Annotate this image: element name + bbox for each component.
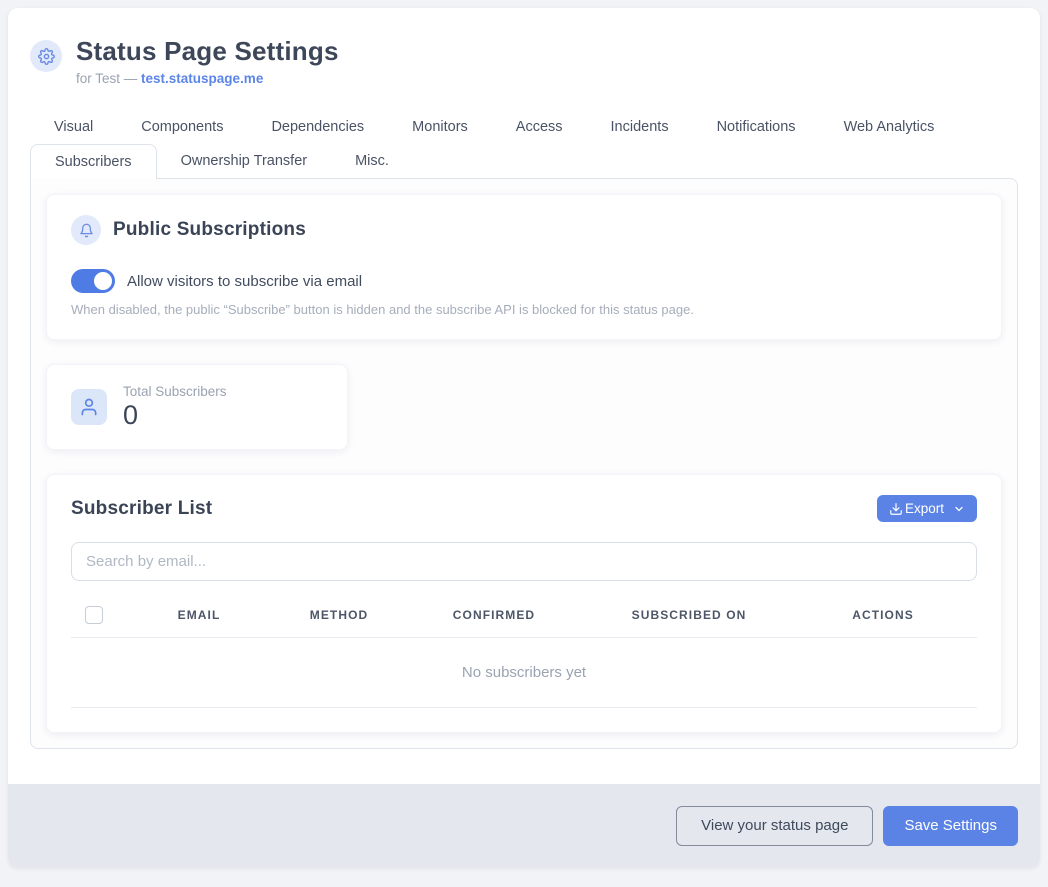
total-subscribers-card: Total Subscribers 0 [46,364,348,450]
user-icon [71,389,107,425]
page-subtitle: for Test — test.statuspage.me [76,71,339,86]
section-title: Public Subscriptions [113,219,306,241]
chevron-down-icon [953,503,965,515]
tab-dependencies[interactable]: Dependencies [247,110,388,144]
tab-notifications[interactable]: Notifications [693,110,820,144]
page-header: Status Page Settings for Test — test.sta… [8,8,1040,110]
view-status-page-button[interactable]: View your status page [676,806,873,846]
tab-components[interactable]: Components [117,110,247,144]
subscribers-panel: Public Subscriptions Allow visitors to s… [30,178,1018,749]
tab-misc[interactable]: Misc. [331,144,413,178]
status-page-link[interactable]: test.statuspage.me [141,71,263,86]
empty-state-message: No subscribers yet [71,638,977,708]
tabs: Visual Components Dependencies Monitors … [8,110,1040,178]
subtitle-prefix: for Test — [76,71,141,86]
tabs-row-2: Subscribers Ownership Transfer Misc. [30,144,1018,178]
export-button[interactable]: Export [877,495,977,522]
settings-window: Status Page Settings for Test — test.sta… [8,8,1040,868]
stat-value: 0 [123,400,227,430]
tabs-row-1: Visual Components Dependencies Monitors … [30,110,1018,144]
tab-incidents[interactable]: Incidents [587,110,693,144]
subscribe-toggle-row: Allow visitors to subscribe via email [71,269,977,293]
public-subscriptions-header: Public Subscriptions [71,215,977,245]
header-text: Status Page Settings for Test — test.sta… [76,34,339,86]
stat-label: Total Subscribers [123,384,227,399]
column-header-actions: ACTIONS [789,608,977,622]
save-settings-button[interactable]: Save Settings [883,806,1018,846]
subscriber-list-header: Subscriber List Export [71,495,977,522]
select-all-checkbox[interactable] [85,606,103,624]
column-header-method: METHOD [279,608,399,622]
tab-subscribers[interactable]: Subscribers [30,144,157,179]
toggle-knob [94,272,112,290]
column-header-confirmed: CONFIRMED [399,608,589,622]
subscribe-toggle[interactable] [71,269,115,293]
download-icon [889,502,903,516]
subscriber-table-header: EMAIL METHOD CONFIRMED SUBSCRIBED ON ACT… [71,597,977,638]
bell-icon [71,215,101,245]
toggle-label: Allow visitors to subscribe via email [127,273,362,290]
tab-visual[interactable]: Visual [30,110,117,144]
page-title: Status Page Settings [76,34,339,68]
tab-access[interactable]: Access [492,110,587,144]
export-button-label: Export [905,501,944,516]
tab-ownership-transfer[interactable]: Ownership Transfer [157,144,332,178]
subscriber-list-title: Subscriber List [71,498,212,520]
search-input[interactable] [71,542,977,581]
footer-action-bar: View your status page Save Settings [8,784,1040,868]
column-header-email: EMAIL [119,608,279,622]
gear-icon [30,40,62,72]
tab-web-analytics[interactable]: Web Analytics [820,110,959,144]
public-subscriptions-card: Public Subscriptions Allow visitors to s… [46,194,1002,340]
stat-text: Total Subscribers 0 [123,384,227,430]
tab-monitors[interactable]: Monitors [388,110,492,144]
column-header-subscribed-on: SUBSCRIBED ON [589,608,789,622]
toggle-helper-text: When disabled, the public “Subscribe” bu… [71,302,977,317]
subscriber-list-card: Subscriber List Export [46,474,1002,733]
